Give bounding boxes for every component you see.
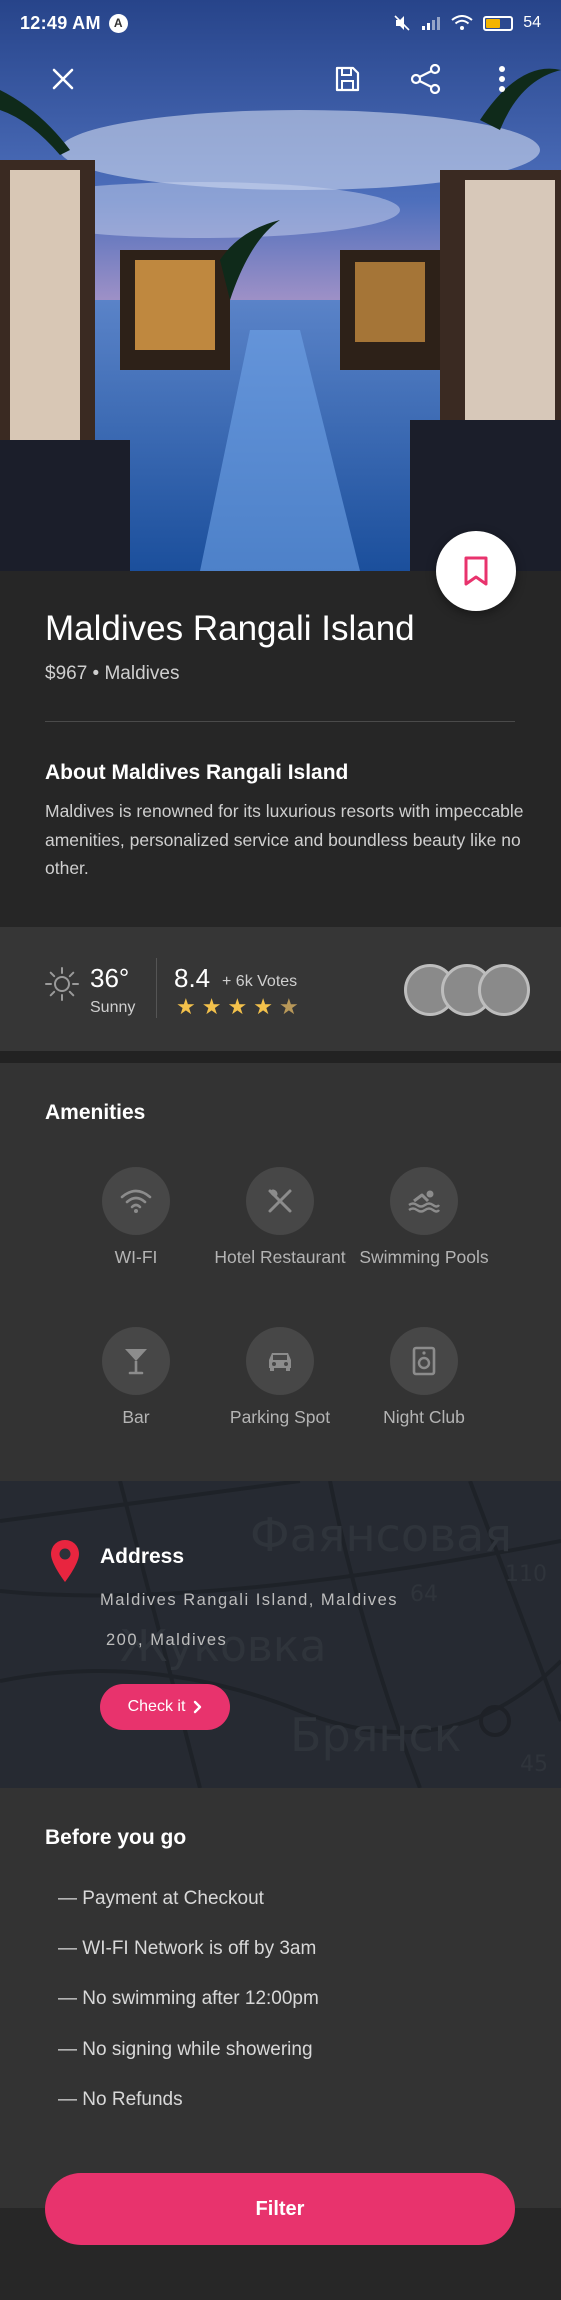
- status-time: 12:49 AM: [20, 12, 101, 33]
- before-you-go-section: Before you go — Payment at Checkout — WI…: [0, 1788, 561, 2208]
- stats-bar: 36° Sunny 8.4 + 6k Votes ★ ★ ★ ★ ★: [0, 927, 561, 1051]
- amenity-icon-circle: [246, 1327, 314, 1395]
- battery-icon: [483, 15, 514, 31]
- check-it-label: Check it: [127, 1698, 186, 1715]
- amenity-label: Parking Spot: [229, 1407, 331, 1427]
- save-icon: [335, 66, 360, 92]
- rule-item: — Payment at Checkout: [58, 1888, 264, 1909]
- wifi-icon: [120, 1189, 152, 1213]
- bookmark-button[interactable]: [436, 531, 516, 611]
- about-heading: About Maldives Rangali Island: [45, 761, 349, 784]
- app-badge-icon: A: [108, 13, 128, 33]
- rule-item: — No swimming after 12:00pm: [58, 1988, 319, 2009]
- pool-icon: [408, 1190, 440, 1213]
- amenity-icon-circle: [102, 1327, 170, 1395]
- rating-score: 8.4: [174, 963, 211, 993]
- map-background: Фаянсовая Жуковка Брянск 64 110 45: [0, 1481, 561, 1788]
- star-icon: ★: [278, 994, 299, 1019]
- amenities-heading: Amenities: [45, 1101, 146, 1124]
- amenities-section: Amenities WI-FI Hotel Restaurant Swimmin…: [0, 1063, 561, 1481]
- amenity-nightclub[interactable]: Night Club: [354, 1327, 494, 1428]
- filter-button[interactable]: Filter: [45, 2173, 515, 2245]
- temperature: 36°: [90, 963, 130, 993]
- weather-condition: Sunny: [90, 999, 136, 1016]
- rule-item: — No signing while showering: [58, 2039, 313, 2060]
- about-text: Maldives is renowned for its luxurious r…: [45, 801, 524, 878]
- status-bar: 12:49 AM A 54: [0, 0, 561, 46]
- location-pin-icon: [51, 1540, 79, 1582]
- section-gap: [0, 1051, 561, 1063]
- address-line-1: Maldives Rangali Island, Maldives: [100, 1591, 399, 1609]
- save-button[interactable]: [324, 56, 370, 102]
- wifi-status-icon: [451, 15, 473, 30]
- divider: [45, 721, 515, 722]
- bookmark-icon: [464, 556, 488, 586]
- avatar: [478, 964, 530, 1016]
- address-section: Фаянсовая Жуковка Брянск 64 110 45 Addre…: [0, 1481, 561, 1788]
- price-location: $967 • Maldives: [45, 663, 180, 684]
- close-button[interactable]: [40, 56, 86, 102]
- visitor-avatars[interactable]: [404, 964, 530, 1016]
- star-icon: ★: [227, 994, 248, 1019]
- amenity-parking[interactable]: Parking Spot: [210, 1327, 350, 1428]
- place-detail-screen: 12:49 AM A 54 Maldives Rangali Island $9…: [0, 0, 561, 2300]
- address-line-2: 200, Maldives: [106, 1631, 228, 1649]
- amenity-icon-circle: [246, 1167, 314, 1235]
- address-heading: Address: [100, 1545, 185, 1568]
- cocktail-icon: [125, 1349, 147, 1375]
- sun-icon: [45, 967, 79, 1001]
- rule-item: — No Refunds: [58, 2089, 183, 2110]
- amenity-label: Bar: [122, 1407, 150, 1427]
- rating-stars: ★ ★ ★ ★ ★: [176, 996, 299, 1018]
- before-you-go-heading: Before you go: [45, 1826, 187, 1849]
- more-button[interactable]: [479, 56, 525, 102]
- car-icon: [269, 1353, 291, 1371]
- speaker-icon: [412, 1346, 436, 1376]
- star-icon: ★: [253, 994, 273, 1019]
- amenity-label: Night Club: [383, 1407, 465, 1427]
- signal-icon: [422, 17, 441, 30]
- battery-level: 54: [523, 14, 541, 31]
- place-info: Maldives Rangali Island $967 • Maldives …: [0, 571, 561, 927]
- amenity-label: Swimming Pools: [359, 1247, 489, 1267]
- amenity-restaurant[interactable]: Hotel Restaurant: [210, 1167, 350, 1268]
- amenity-icon-circle: [102, 1167, 170, 1235]
- amenity-icon-circle: [390, 1167, 458, 1235]
- rating-votes: + 6k Votes: [222, 973, 298, 990]
- stats-divider: [156, 958, 157, 1018]
- rule-item: — WI-FI Network is off by 3am: [58, 1938, 317, 1959]
- top-toolbar: [0, 56, 561, 102]
- amenity-bar[interactable]: Bar: [66, 1327, 206, 1428]
- share-icon: [410, 64, 441, 94]
- close-icon: [52, 68, 74, 90]
- status-icons: 54: [393, 14, 541, 32]
- share-button[interactable]: [403, 56, 449, 102]
- more-vert-icon: [499, 66, 505, 92]
- restaurant-icon: [268, 1189, 292, 1213]
- amenity-icon-circle: [390, 1327, 458, 1395]
- check-it-button[interactable]: Check it: [100, 1684, 230, 1730]
- page-title: Maldives Rangali Island: [45, 609, 415, 648]
- amenity-label: Hotel Restaurant: [214, 1247, 346, 1267]
- star-icon: ★: [176, 994, 196, 1019]
- hero-image: 12:49 AM A 54: [0, 0, 561, 571]
- chevron-right-icon: [194, 1700, 202, 1714]
- star-icon: ★: [201, 994, 222, 1019]
- mute-icon: [394, 15, 410, 31]
- amenity-pool[interactable]: Swimming Pools: [354, 1167, 494, 1268]
- amenity-label: WI-FI: [114, 1247, 158, 1267]
- amenity-wifi[interactable]: WI-FI: [66, 1167, 206, 1268]
